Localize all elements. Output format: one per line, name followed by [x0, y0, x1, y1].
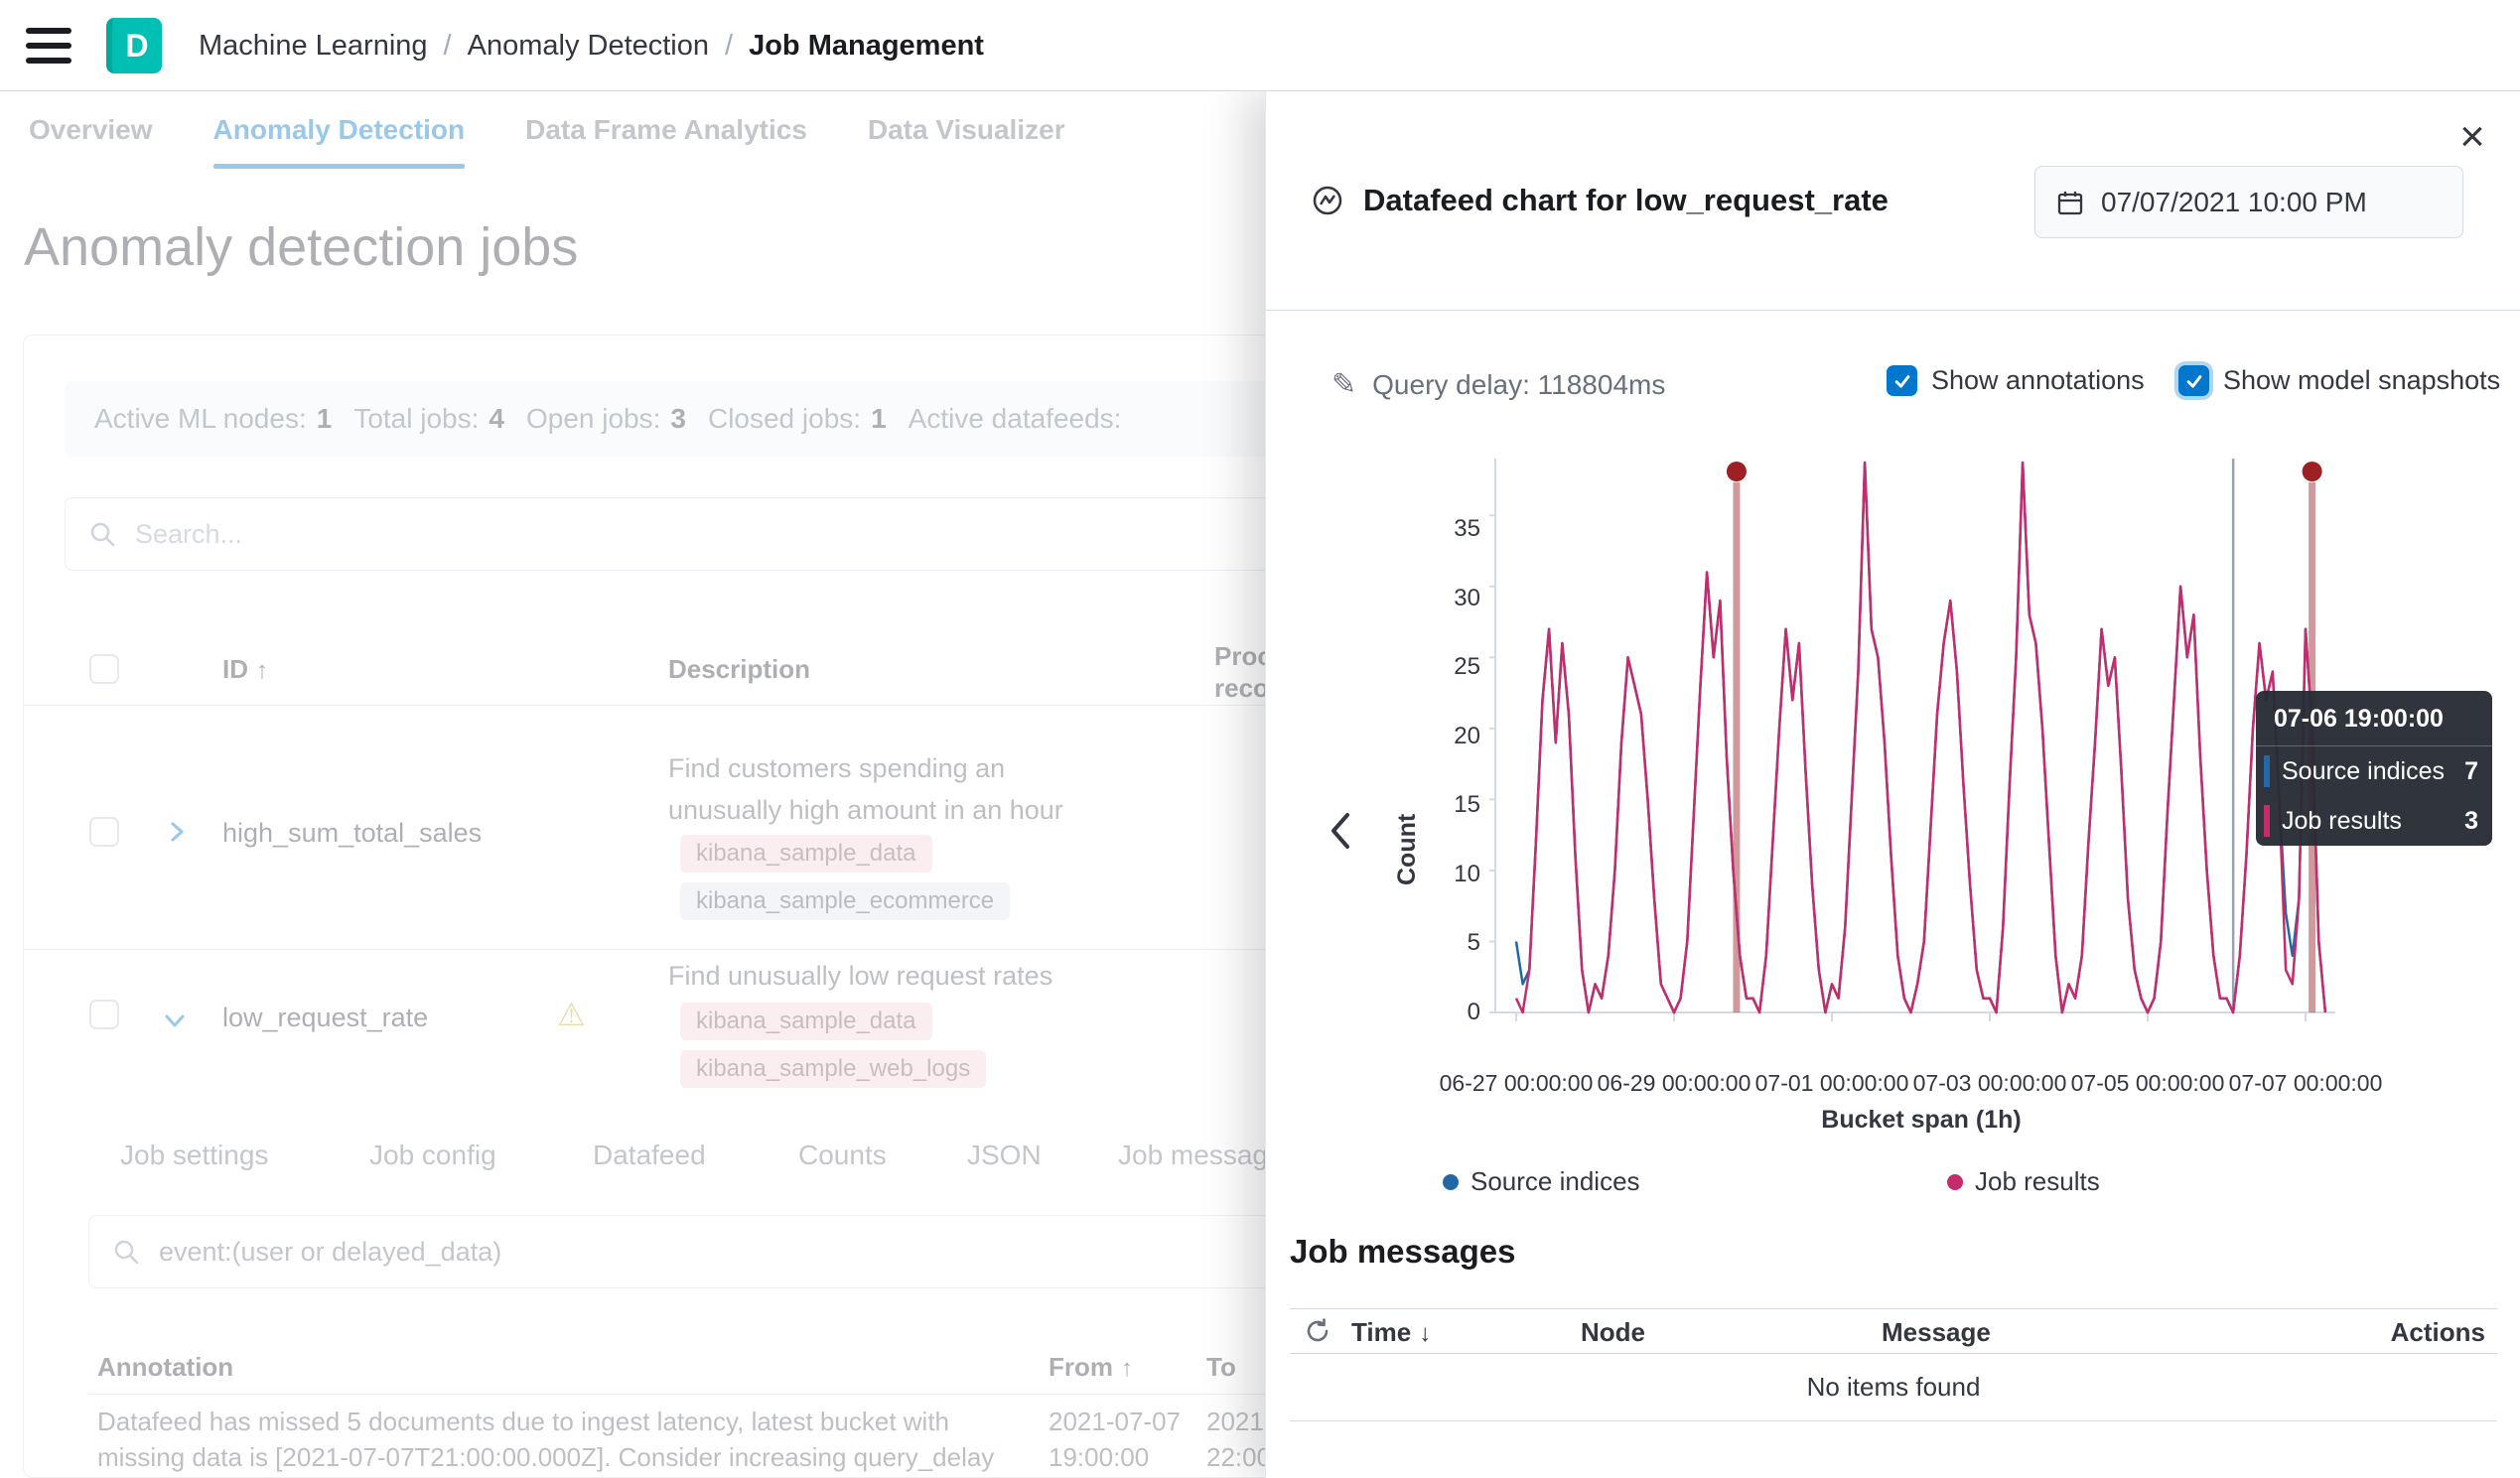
empty-table-message: No items found [1290, 1354, 2497, 1421]
legend-dot [1443, 1174, 1459, 1190]
y-tick-label: 30 [1405, 584, 1480, 613]
checkbox-label: Show model snapshots [2223, 365, 2500, 396]
calendar-icon [2055, 188, 2085, 217]
annotation-dot [2303, 462, 2322, 481]
x-tick-label: 06-29 00:00:00 [1590, 1070, 1758, 1097]
legend-item-job-results[interactable]: Job results [1947, 1166, 2100, 1197]
breadcrumb-anomaly-detection[interactable]: Anomaly Detection [468, 30, 709, 63]
app-window: D Machine Learning / Anomaly Detection /… [0, 0, 2520, 1478]
date-picker[interactable]: 07/07/2021 10:00 PM [2034, 166, 2463, 238]
checkbox-checked-icon [1887, 365, 1917, 396]
column-header-actions: Actions [2391, 1317, 2485, 1348]
series-line-0 [1516, 463, 2325, 1012]
series-color-bar [2264, 805, 2270, 837]
breadcrumb: Machine Learning / Anomaly Detection / J… [199, 0, 984, 91]
x-axis-title: Bucket span (1h) [1743, 1106, 2100, 1135]
chevron-left-icon[interactable] [1316, 804, 1367, 860]
x-tick-label: 07-05 00:00:00 [2063, 1070, 2232, 1097]
close-icon[interactable]: × [2449, 113, 2496, 161]
x-tick-label: 07-03 00:00:00 [1905, 1070, 2074, 1097]
column-header-message: Message [1882, 1317, 1991, 1348]
tooltip-row: Source indices 7 [2256, 746, 2492, 796]
flyout-title: Datafeed chart for low_request_rate [1363, 183, 1889, 218]
datafeed-chart-flyout: × Datafeed chart for low_request_rate 07… [1265, 91, 2520, 1478]
y-tick-label: 10 [1405, 860, 1480, 889]
show-annotations-checkbox[interactable]: Show annotations [1887, 365, 2145, 396]
tooltip-row: Job results 3 [2256, 796, 2492, 846]
refresh-icon[interactable] [1304, 1317, 1331, 1348]
job-messages-table: Time↓ Node Message Actions No items foun… [1290, 1308, 2497, 1421]
deployment-logo[interactable]: D [106, 18, 162, 73]
y-axis-title: Count [1393, 647, 1422, 885]
chart-tooltip: 07-06 19:00:00 Source indices 7 Job resu… [2256, 691, 2492, 846]
series-color-bar [2264, 755, 2270, 787]
breadcrumb-job-management: Job Management [749, 30, 984, 63]
breadcrumb-separator-icon: / [725, 30, 733, 63]
column-header-node: Node [1581, 1317, 1645, 1348]
y-tick-label: 0 [1405, 998, 1480, 1027]
breadcrumb-separator-icon: / [444, 30, 452, 63]
x-tick-label: 07-07 00:00:00 [2221, 1070, 2390, 1097]
divider [1266, 310, 2520, 311]
column-header-time[interactable]: Time↓ [1351, 1317, 1431, 1348]
sort-desc-icon: ↓ [1419, 1320, 1431, 1347]
legend-dot [1947, 1174, 1963, 1190]
datafeed-chart-icon [1310, 183, 1345, 218]
app-header: D Machine Learning / Anomaly Detection /… [0, 0, 2520, 91]
series-line-1 [1516, 463, 2325, 1012]
checkbox-checked-icon [2178, 365, 2209, 396]
job-messages-title: Job messages [1290, 1233, 1515, 1271]
breadcrumb-machine-learning[interactable]: Machine Learning [199, 30, 428, 63]
checkbox-label: Show annotations [1931, 365, 2145, 396]
date-picker-value: 07/07/2021 10:00 PM [2101, 187, 2367, 218]
chart-legend: Source indices Job results [1266, 1166, 2520, 1202]
y-tick-label: 5 [1405, 928, 1480, 958]
show-model-snapshots-checkbox[interactable]: Show model snapshots [2178, 365, 2500, 396]
y-tick-label: 15 [1405, 790, 1480, 820]
y-tick-label: 20 [1405, 722, 1480, 751]
tooltip-timestamp: 07-06 19:00:00 [2256, 691, 2492, 746]
query-delay-text: Query delay: 118804ms [1372, 369, 1665, 401]
datafeed-chart-svg[interactable] [1489, 459, 2343, 1026]
legend-item-source-indices[interactable]: Source indices [1443, 1166, 1640, 1197]
hamburger-menu-icon[interactable] [26, 28, 71, 64]
job-messages-table-header: Time↓ Node Message Actions [1290, 1308, 2497, 1354]
edit-pencil-icon[interactable]: ✎ [1331, 367, 1356, 402]
annotation-dot [1727, 462, 1747, 481]
y-tick-label: 25 [1405, 652, 1480, 682]
x-tick-label: 07-01 00:00:00 [1748, 1070, 1916, 1097]
y-tick-label: 35 [1405, 514, 1480, 544]
x-tick-label: 06-27 00:00:00 [1432, 1070, 1601, 1097]
